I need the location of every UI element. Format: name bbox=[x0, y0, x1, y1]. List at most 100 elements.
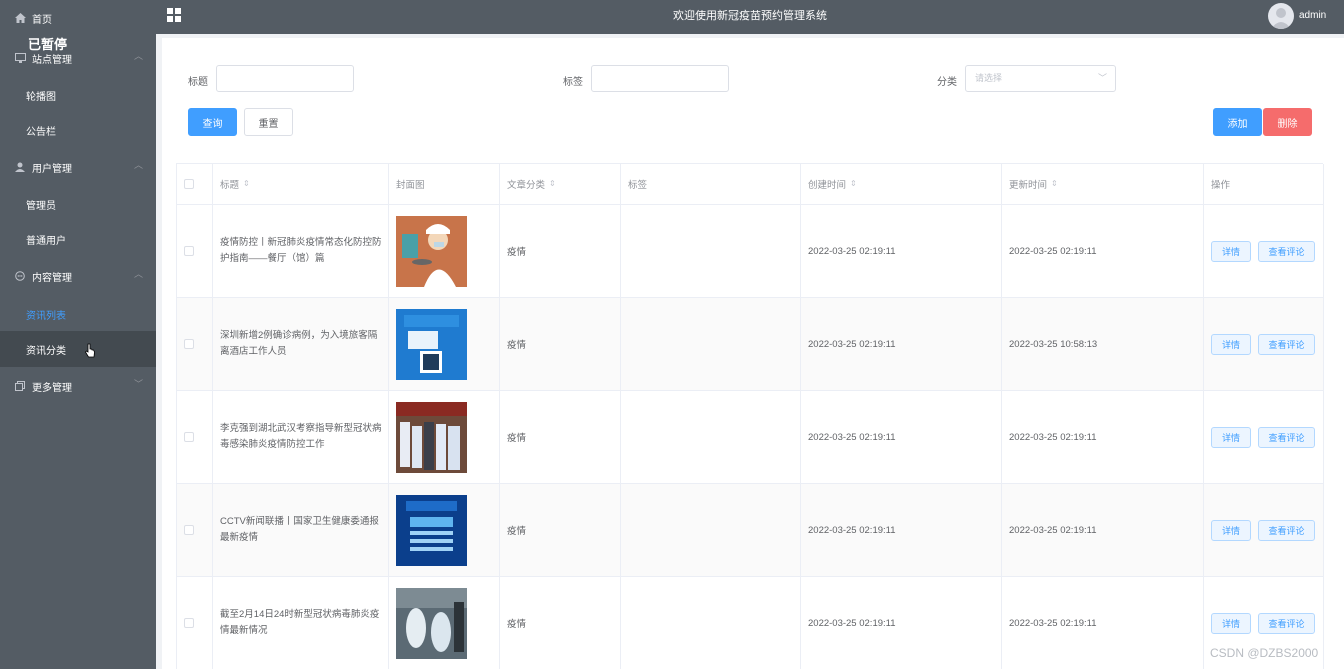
sidebar-item-label: 资讯分类 bbox=[26, 345, 66, 357]
sort-icon[interactable]: ⇕ bbox=[549, 180, 556, 188]
row-checkbox[interactable] bbox=[184, 246, 194, 256]
view-comments-button[interactable]: 查看评论 bbox=[1258, 333, 1315, 355]
chevron-up-icon: ︿ bbox=[134, 51, 144, 61]
copy-icon bbox=[14, 380, 26, 392]
chat-icon bbox=[14, 270, 26, 282]
username[interactable]: admin bbox=[1299, 10, 1326, 21]
delete-button[interactable]: 删除 bbox=[1263, 108, 1312, 136]
row-created: 2022-03-25 02:19:11 bbox=[808, 524, 896, 536]
table-cell bbox=[621, 484, 801, 577]
row-checkbox[interactable] bbox=[184, 432, 194, 442]
tag-label: 标签 bbox=[563, 77, 583, 88]
detail-button[interactable]: 详情 bbox=[1211, 240, 1251, 262]
sidebar-item-label: 轮播图 bbox=[26, 91, 56, 103]
chevron-down-icon: ﹀ bbox=[134, 379, 144, 389]
table-cell: 疫情 bbox=[500, 577, 621, 669]
sidebar-item-carousel[interactable]: 轮播图 bbox=[0, 77, 156, 113]
table-row: CCTV新闻联播丨国家卫生健康委通报最新疫情 疫情 2022-03-25 02:19… bbox=[177, 484, 1324, 577]
cover-image bbox=[396, 401, 467, 473]
table-cell bbox=[389, 298, 500, 391]
row-updated: 2022-03-25 02:19:11 bbox=[1009, 431, 1097, 443]
category-select[interactable]: 请选择 ﹀ bbox=[965, 65, 1116, 92]
table-cell bbox=[389, 205, 500, 298]
title-input[interactable] bbox=[216, 65, 354, 92]
add-button[interactable]: 添加 bbox=[1213, 108, 1262, 136]
table-cell: 截至2月14日24时新型冠状病毒肺炎疫情最新情况 bbox=[213, 577, 389, 669]
table-header-row: 标题 ⇕ 封面图 文章分类 ⇕ 标签 创建时间 ⇕ 更新时间 ⇕ 操作 bbox=[177, 164, 1324, 205]
table-cell: 2022-03-25 02:19:11 bbox=[801, 391, 1002, 484]
chevron-up-icon: ︿ bbox=[134, 269, 144, 279]
table-cell: 详情 查看评论 bbox=[1204, 205, 1324, 298]
table-cell bbox=[621, 577, 801, 669]
header-label: 操作 bbox=[1211, 180, 1231, 191]
detail-button[interactable]: 详情 bbox=[1211, 612, 1251, 634]
view-comments-button[interactable]: 查看评论 bbox=[1258, 519, 1315, 541]
row-updated: 2022-03-25 02:19:11 bbox=[1009, 245, 1097, 257]
query-button[interactable]: 查询 bbox=[188, 108, 237, 136]
view-comments-button[interactable]: 查看评论 bbox=[1258, 612, 1315, 634]
sidebar-item-content-management[interactable]: 内容管理 ︿ bbox=[0, 258, 156, 294]
table-cell: 疫情 bbox=[500, 391, 621, 484]
tag-input[interactable] bbox=[591, 65, 729, 92]
table-cell: 详情 查看评论 bbox=[1204, 391, 1324, 484]
sort-icon[interactable]: ⇕ bbox=[850, 180, 857, 188]
header-created[interactable]: 创建时间 ⇕ bbox=[801, 164, 1002, 205]
header-cover: 封面图 bbox=[389, 164, 500, 205]
header-category[interactable]: 文章分类 ⇕ bbox=[500, 164, 621, 205]
cover-image bbox=[396, 494, 467, 566]
sort-icon[interactable]: ⇕ bbox=[1051, 180, 1058, 188]
table-cell bbox=[389, 484, 500, 577]
sidebar-item-more-management[interactable]: 更多管理 ﹀ bbox=[0, 368, 156, 404]
row-created: 2022-03-25 02:19:11 bbox=[808, 338, 896, 350]
row-checkbox[interactable] bbox=[184, 339, 194, 349]
sidebar-item-label: 内容管理 bbox=[32, 272, 72, 284]
table-cell bbox=[177, 577, 213, 669]
header-updated[interactable]: 更新时间 ⇕ bbox=[1002, 164, 1204, 205]
sidebar-item-notice[interactable]: 公告栏 bbox=[0, 112, 156, 148]
csdn-watermark: CSDN @DZBS2000 bbox=[1210, 646, 1319, 660]
table-cell: 2022-03-25 02:19:11 bbox=[801, 484, 1002, 577]
select-all-checkbox[interactable] bbox=[184, 179, 194, 189]
table-cell: 2022-03-25 02:19:11 bbox=[1002, 484, 1204, 577]
detail-button[interactable]: 详情 bbox=[1211, 519, 1251, 541]
chevron-up-icon: ︿ bbox=[134, 160, 144, 170]
news-table: 标题 ⇕ 封面图 文章分类 ⇕ 标签 创建时间 ⇕ 更新时间 ⇕ 操作 疫情防控丨新冠肺… bbox=[176, 163, 1324, 669]
row-title: 疫情防控丨新冠肺炎疫情常态化防控防护指南——餐厅（馆）篇 bbox=[220, 237, 382, 264]
table-cell bbox=[177, 484, 213, 577]
row-title: 李克强到湖北武汉考察指导新型冠状病毒感染肺炎疫情防控工作 bbox=[220, 423, 382, 450]
header-title[interactable]: 标题 ⇕ bbox=[213, 164, 389, 205]
table-cell: 疫情 bbox=[500, 205, 621, 298]
row-checkbox[interactable] bbox=[184, 525, 194, 535]
sidebar-item-site-management[interactable]: 站点管理 ︿ bbox=[0, 40, 156, 76]
table-cell: 李克强到湖北武汉考察指导新型冠状病毒感染肺炎疫情防控工作 bbox=[213, 391, 389, 484]
table-cell bbox=[621, 391, 801, 484]
home-icon bbox=[14, 12, 26, 24]
reset-button[interactable]: 重置 bbox=[244, 108, 293, 136]
header-tag: 标签 bbox=[621, 164, 801, 205]
table-cell bbox=[621, 205, 801, 298]
sidebar-item-label: 普通用户 bbox=[26, 235, 66, 247]
row-updated: 2022-03-25 02:19:11 bbox=[1009, 617, 1097, 629]
row-category: 疫情 bbox=[507, 247, 527, 258]
row-updated: 2022-03-25 10:58:13 bbox=[1009, 338, 1098, 350]
sidebar-item-news-list[interactable]: 资讯列表 bbox=[0, 296, 156, 332]
sidebar-item-news-category[interactable]: 资讯分类 bbox=[0, 331, 156, 367]
header-label: 更新时间 bbox=[1009, 180, 1048, 191]
table-cell: 2022-03-25 02:19:11 bbox=[801, 205, 1002, 298]
table-cell: 2022-03-25 02:19:11 bbox=[801, 298, 1002, 391]
view-comments-button[interactable]: 查看评论 bbox=[1258, 426, 1315, 448]
sidebar-item-admins[interactable]: 管理员 bbox=[0, 186, 156, 222]
detail-button[interactable]: 详情 bbox=[1211, 426, 1251, 448]
table-cell bbox=[389, 391, 500, 484]
detail-button[interactable]: 详情 bbox=[1211, 333, 1251, 355]
view-comments-button[interactable]: 查看评论 bbox=[1258, 240, 1315, 262]
row-created: 2022-03-25 02:19:11 bbox=[808, 431, 896, 443]
avatar[interactable] bbox=[1268, 3, 1294, 29]
sort-icon[interactable]: ⇕ bbox=[243, 180, 250, 188]
sidebar-item-home[interactable]: 首页 bbox=[0, 0, 156, 36]
row-created: 2022-03-25 02:19:11 bbox=[808, 245, 896, 257]
sidebar-item-user-management[interactable]: 用户管理 ︿ bbox=[0, 149, 156, 185]
row-checkbox[interactable] bbox=[184, 618, 194, 628]
sidebar-item-normal-users[interactable]: 普通用户 bbox=[0, 221, 156, 257]
select-all-cell bbox=[177, 164, 213, 205]
